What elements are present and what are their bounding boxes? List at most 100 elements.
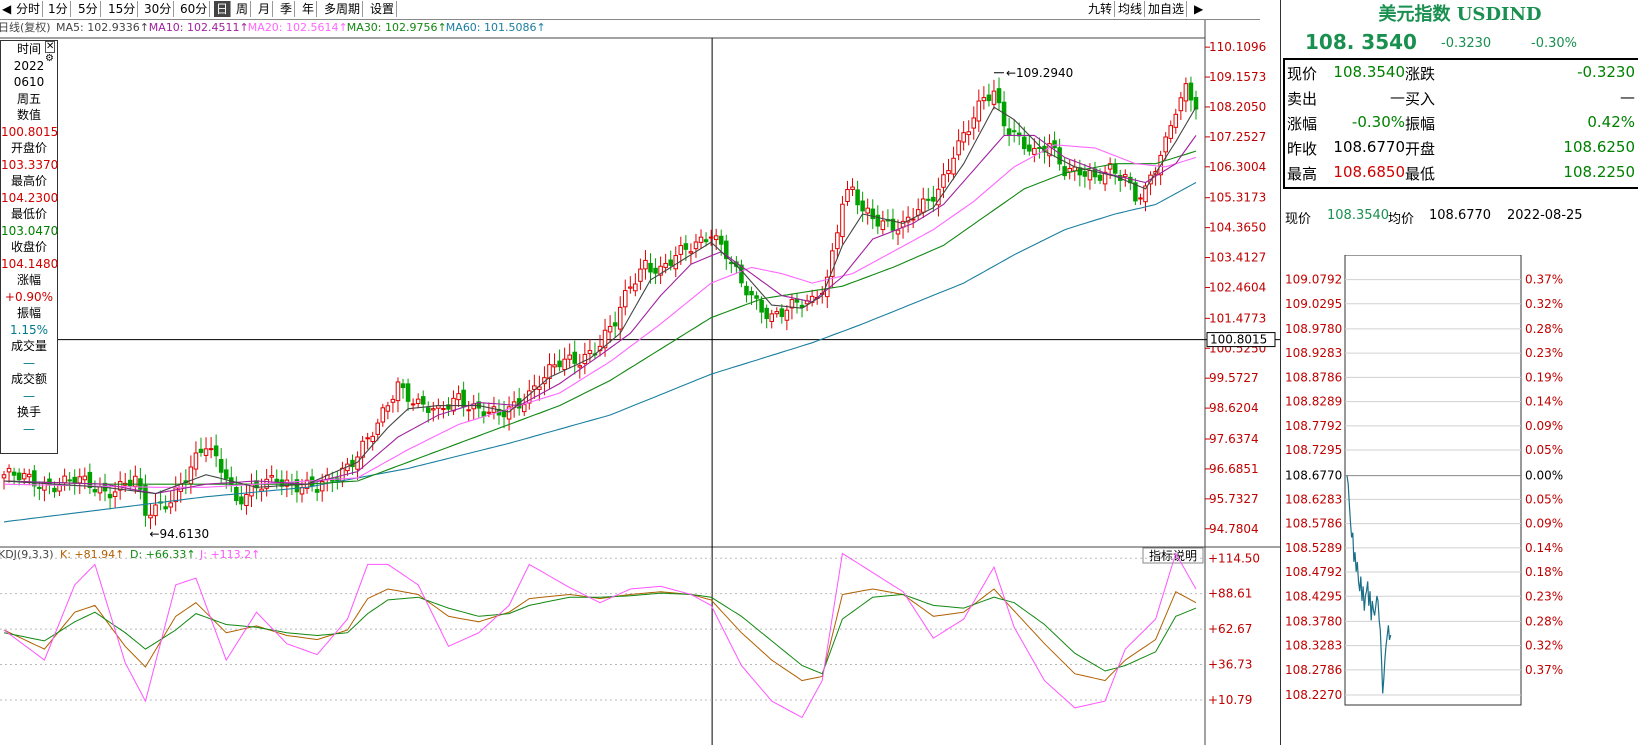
candle-body (582, 353, 588, 365)
legend-item: MA20: 102.5614↑ (248, 21, 348, 34)
candle-body (996, 88, 1002, 104)
candle-body (1032, 147, 1037, 155)
indicator-help-label: 指标说明 (1149, 548, 1197, 563)
candle-body (860, 200, 865, 212)
info-item: 104.1480 (1, 256, 59, 271)
candle-body (6, 467, 12, 473)
intraday-pct-tick: 0.18% (1525, 565, 1563, 579)
ma-legend: 日线(复权) MA5: 102.9336↑ MA10: 102.4511↑ MA20:… (0, 20, 546, 34)
candle-body (52, 487, 57, 493)
candle-body (1022, 136, 1027, 150)
candle-body (855, 189, 860, 206)
kdj-tick-label: +88.61 (1208, 587, 1252, 601)
candle-body (779, 308, 785, 317)
intraday-chart[interactable]: 109.0792 0.37% 109.0295 0.32% 108.9780 0.28% 1… (1281, 255, 1638, 745)
candle-body (223, 469, 229, 479)
y-tick-label: 101.4773 (1209, 311, 1266, 325)
candle-body (991, 90, 997, 105)
candle-body (107, 493, 113, 499)
candle-body (451, 397, 456, 412)
quote-label: 涨跌 (1405, 65, 1436, 83)
candle-body (946, 170, 951, 175)
candle-body (845, 189, 850, 202)
avg-value: 108.6770 (1429, 208, 1492, 223)
candle-body (961, 132, 966, 143)
candle-body (375, 422, 381, 435)
candle-body (365, 437, 370, 440)
candle-body (426, 407, 431, 413)
quote-value: 108.2250 (1563, 163, 1635, 181)
intraday-pct-tick: 0.28% (1525, 614, 1563, 628)
candle-body (501, 410, 507, 418)
candle-body (466, 409, 471, 412)
quote-label: 振幅 (1405, 115, 1436, 133)
candle-body (951, 157, 956, 175)
candle-body (557, 360, 562, 368)
candle-body (638, 268, 643, 282)
info-item: 振幅 (16, 306, 41, 320)
candle-body (1082, 171, 1088, 177)
candle-body (1, 474, 7, 479)
info-item: — (23, 421, 35, 436)
candle-body (415, 398, 421, 404)
candle-body (971, 117, 977, 129)
candle-body (112, 491, 118, 498)
quote-row: 最高 108.6850 最低 108.2250 (1287, 163, 1637, 187)
y-tick-label: 97.6374 (1209, 432, 1259, 446)
candle-body (57, 484, 62, 492)
avg-label: 均价 (1388, 212, 1415, 227)
legend-item: MA30: 102.9756↑ (347, 21, 447, 34)
info-item: — (23, 388, 35, 403)
legend-item: MA10: 102.4511↑ (149, 21, 249, 34)
candle-body (1178, 97, 1184, 112)
intraday-pct-tick: 0.23% (1525, 589, 1563, 603)
info-item: 开盘价 (10, 141, 47, 155)
candle-body (764, 307, 769, 320)
close-icon[interactable]: ✕ (45, 41, 56, 53)
quote-label: 开盘 (1405, 140, 1436, 158)
candle-body (926, 198, 931, 201)
intraday-price-tick: 108.3780 (1285, 614, 1342, 628)
quote-row: 现价 108.3540 涨跌 -0.3230 (1287, 63, 1637, 87)
candle-body (521, 404, 527, 413)
candle-body (981, 97, 987, 102)
kline-chart[interactable]: 日线(复权) MA5: 102.9336↑ MA10: 102.4511↑ MA20:… (0, 0, 1280, 745)
candle-body (956, 140, 961, 156)
candle-body (587, 350, 593, 355)
kdj-legend-item: J: +113.2↑ (199, 548, 260, 561)
y-tick-label: 94.7804 (1209, 522, 1259, 536)
kdj-legend: KDJ(9,3,3) K: +81.94↑ D: +66.33↑ J: +113.2↑ (0, 548, 260, 561)
intraday-pct-tick: 0.37% (1525, 663, 1563, 677)
high-marker-label: ←109.2940 (1006, 66, 1073, 80)
candle-body (198, 448, 204, 453)
kdj-tick-label: +10.79 (1208, 693, 1252, 707)
intraday-price-tick: 108.7792 (1285, 419, 1342, 433)
candle-body (643, 259, 648, 270)
info-item: 1.15% (9, 322, 49, 337)
quote-label: 卖出 (1287, 90, 1318, 108)
info-item: 涨幅 (16, 273, 41, 287)
y-tick-label: 96.6851 (1209, 462, 1259, 476)
intraday-pct-tick: 0.05% (1525, 443, 1563, 457)
candle-body (572, 351, 578, 364)
intraday-pct-tick: 0.19% (1525, 370, 1563, 384)
candle-body (1067, 167, 1072, 173)
instrument-title: 美元指数 USDIND (1378, 4, 1542, 25)
candle-body (314, 489, 320, 493)
candle-body (1168, 125, 1174, 139)
candle-body (698, 236, 704, 243)
candle-body (749, 290, 754, 296)
info-item: 100.8015 (1, 124, 59, 139)
price-change-pct: -0.30% (1531, 36, 1577, 51)
candle-body (62, 475, 67, 484)
candle-body (244, 493, 249, 506)
info-item: 103.3370 (1, 157, 59, 172)
y-tick-label: 95.7327 (1209, 492, 1259, 506)
candle-body (850, 186, 855, 190)
info-item: 换手 (16, 405, 41, 419)
gear-icon[interactable]: ⚙ (45, 54, 54, 64)
candle-body (617, 306, 623, 330)
kdj-legend-item: D: +66.33↑ (130, 548, 196, 561)
candle-body (1087, 170, 1093, 181)
candle-body (1173, 113, 1179, 128)
